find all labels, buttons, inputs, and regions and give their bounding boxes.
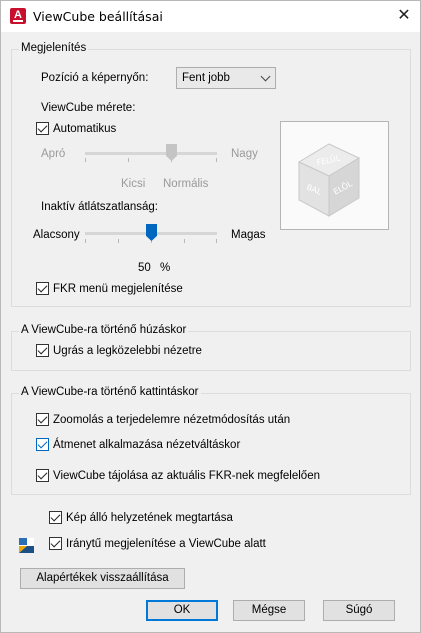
size-label: ViewCube mérete: xyxy=(41,102,136,114)
dialog-title: ViewCube beállításai xyxy=(33,9,163,24)
drag-group-label: A ViewCube-ra történő húzáskor xyxy=(19,324,189,336)
autocad-app-icon: A xyxy=(10,8,26,24)
show-compass-label: Iránytű megjelenítése a ViewCube alatt xyxy=(66,538,266,550)
opacity-max-label: Magas xyxy=(231,229,266,241)
dialog-window: A ViewCube beállításai ✕ Megjelenítés Po… xyxy=(0,0,421,633)
size-slider-track xyxy=(85,152,217,155)
zoom-extents-label: Zoomolás a terjedelemre nézetmódosítás u… xyxy=(53,414,291,426)
opacity-tick xyxy=(85,239,86,243)
snap-view-checkbox[interactable] xyxy=(36,344,49,357)
display-group-label: Megjelenítés xyxy=(19,42,89,54)
size-tick-small-label: Kicsi xyxy=(121,178,146,190)
position-label: Pozíció a képernyőn: xyxy=(41,72,149,84)
opacity-tick xyxy=(216,239,217,243)
show-compass-checkbox[interactable] xyxy=(49,537,62,550)
orient-ucs-checkbox[interactable] xyxy=(36,469,49,482)
position-dropdown-value: Fent jobb xyxy=(182,72,230,84)
title-bar: A ViewCube beállításai ✕ xyxy=(1,1,420,32)
opacity-min-label: Alacsony xyxy=(33,229,80,241)
size-tick xyxy=(85,158,86,162)
size-tick-normal-label: Normális xyxy=(163,178,209,190)
position-dropdown[interactable]: Fent jobb xyxy=(176,67,276,89)
transition-label: Átmenet alkalmazása nézetváltáskor xyxy=(53,439,241,451)
size-min-label: Apró xyxy=(41,148,66,160)
help-button[interactable]: Súgó xyxy=(323,600,395,621)
click-group-label: A ViewCube-ra történő kattintáskor xyxy=(19,386,201,398)
size-max-label: Nagy xyxy=(231,148,258,160)
viewcube-preview: FELÜL BAL ELÖL xyxy=(280,121,389,230)
ucs-menu-label: FKR menü megjelenítése xyxy=(53,283,183,295)
compass-icon xyxy=(18,537,35,554)
opacity-tick xyxy=(184,239,185,243)
transition-checkbox[interactable] xyxy=(36,438,49,451)
zoom-extents-checkbox[interactable] xyxy=(36,413,49,426)
ok-button[interactable]: OK xyxy=(146,600,218,621)
close-button[interactable]: ✕ xyxy=(389,4,419,28)
auto-size-label: Automatikus xyxy=(53,123,117,135)
opacity-label: Inaktív átlátszatlanság: xyxy=(41,201,158,213)
opacity-value: 50 xyxy=(138,262,151,274)
keep-upright-checkbox[interactable] xyxy=(49,511,62,524)
restore-defaults-button[interactable]: Alapértékek visszaállítása xyxy=(20,568,185,589)
cancel-button[interactable]: Mégse xyxy=(233,600,305,621)
viewcube-icon: FELÜL BAL ELÖL xyxy=(297,143,361,217)
opacity-tick xyxy=(118,239,119,243)
size-tick xyxy=(216,158,217,162)
auto-size-checkbox[interactable] xyxy=(36,122,49,135)
chevron-down-icon xyxy=(260,71,271,82)
size-tick xyxy=(128,158,129,162)
opacity-unit: % xyxy=(160,262,171,274)
ucs-menu-checkbox[interactable] xyxy=(36,282,49,295)
orient-ucs-label: ViewCube tájolása az aktuális FKR-nek me… xyxy=(53,470,320,482)
snap-view-label: Ugrás a legközelebbi nézetre xyxy=(53,345,202,357)
keep-upright-label: Kép álló helyzetének megtartása xyxy=(66,512,233,524)
